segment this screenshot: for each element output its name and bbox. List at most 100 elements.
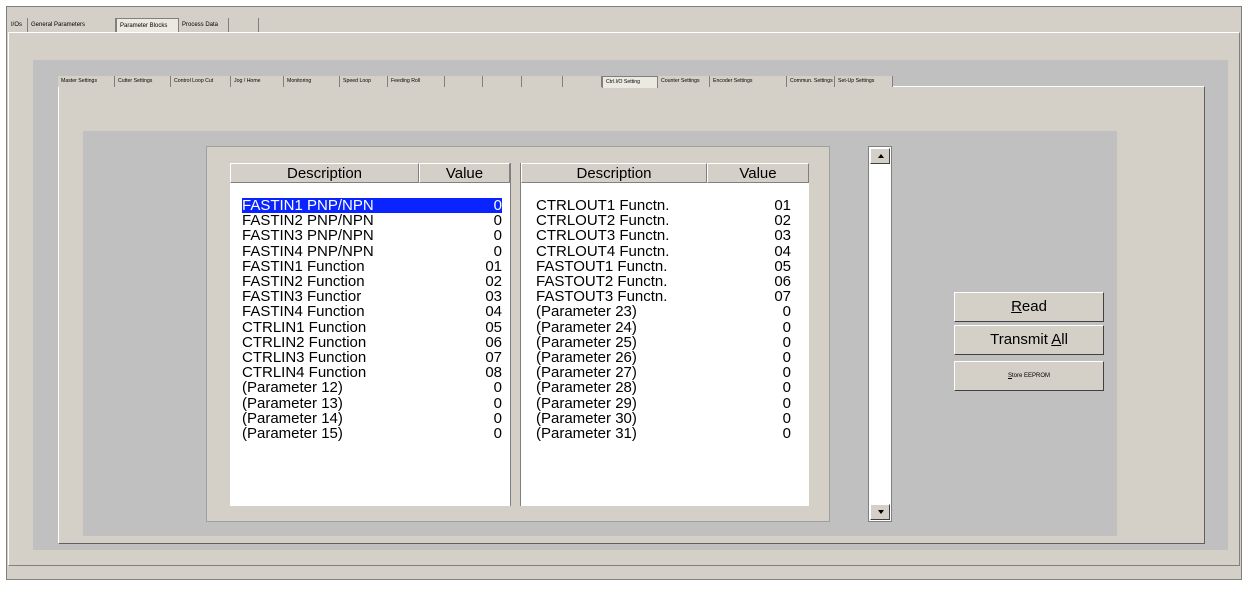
list-item[interactable]: (Parameter 12) 0 <box>242 380 502 395</box>
parameter-value: 0 <box>493 379 502 397</box>
input-parameter-list[interactable]: Description Value FASTIN1 PNP/NPN 0 FASTIN… <box>230 163 510 506</box>
transmit-mnemonic: A <box>1051 331 1062 348</box>
parameter-value: 0 <box>782 318 791 336</box>
list-item[interactable]: FASTOUT3 Functn. 07 <box>536 289 791 304</box>
store-eeprom-button[interactable]: Store EEPROM <box>954 361 1104 391</box>
read-mnemonic: R <box>1011 298 1022 315</box>
parameter-description: FASTIN1 PNP/NPN <box>242 197 374 214</box>
inner-tab[interactable]: Encoder Settings <box>710 76 787 87</box>
parameter-description: (Parameter 14) <box>242 409 343 427</box>
scroll-down-button[interactable] <box>870 504 890 520</box>
list-item[interactable]: FASTOUT2 Functn. 06 <box>536 274 791 289</box>
scroll-up-button[interactable] <box>870 148 890 164</box>
list-item[interactable]: (Parameter 15) 0 <box>242 426 502 441</box>
parameter-description: (Parameter 12) <box>242 379 343 397</box>
parameter-description: FASTIN4 Function <box>242 303 365 321</box>
list-item[interactable]: CTRLIN4 Function 08 <box>242 365 502 380</box>
list-item[interactable]: FASTIN2 Function 02 <box>242 274 502 289</box>
parameter-value: 05 <box>485 318 502 336</box>
left-description-header[interactable]: Description <box>230 163 419 183</box>
parameter-description: CTRLOUT3 Functn. <box>536 227 670 245</box>
list-item[interactable]: CTRLOUT3 Functn. 03 <box>536 228 791 243</box>
parameter-value: 01 <box>485 257 502 275</box>
parameter-value: 0 <box>782 409 791 427</box>
parameter-description: FASTIN2 Function <box>242 273 365 290</box>
inner-tab[interactable]: Cutter Settings <box>115 76 171 87</box>
list-item[interactable]: (Parameter 28) 0 <box>536 380 791 395</box>
parameter-value: 0 <box>782 333 791 351</box>
parameter-value: 0 <box>493 227 502 245</box>
list-item[interactable]: (Parameter 26) 0 <box>536 350 791 365</box>
list-item[interactable]: (Parameter 24) 0 <box>536 320 791 335</box>
list-item[interactable]: CTRLOUT2 Functn. 02 <box>536 213 791 228</box>
left-value-header[interactable]: Value <box>419 163 510 183</box>
top-tab[interactable]: I/Os <box>8 18 28 32</box>
inner-tab[interactable] <box>522 76 563 87</box>
list-item[interactable]: CTRLOUT1 Functn. 01 <box>536 198 791 213</box>
list-item[interactable]: (Parameter 25) 0 <box>536 335 791 350</box>
inner-tab[interactable]: Counter Settings <box>658 76 710 87</box>
output-parameter-list[interactable]: Description Value CTRLOUT1 Functn. 01 CTRL… <box>521 163 809 506</box>
list-item[interactable]: (Parameter 27) 0 <box>536 365 791 380</box>
inner-tab[interactable]: Control Loop Cut <box>171 76 231 87</box>
parameter-description: (Parameter 24) <box>536 318 637 336</box>
parameter-description: CTRLIN1 Function <box>242 318 367 336</box>
transmit-label-suffix: ll <box>1061 331 1068 348</box>
list-item[interactable]: (Parameter 30) 0 <box>536 411 791 426</box>
parameter-value: 03 <box>774 227 791 245</box>
list-item[interactable]: (Parameter 23) 0 <box>536 304 791 319</box>
top-tab[interactable] <box>229 18 259 32</box>
parameter-value: 0 <box>493 394 502 412</box>
parameter-description: CTRLOUT2 Functn. <box>536 212 670 230</box>
top-tab[interactable]: General Parameters <box>28 18 116 32</box>
list-item[interactable]: FASTIN3 Functior 03 <box>242 289 502 304</box>
list-item[interactable]: FASTIN2 PNP/NPN 0 <box>242 213 502 228</box>
inner-tab[interactable]: Jog / Home <box>231 76 284 87</box>
store-label-suffix: tore EEPROM <box>1012 373 1051 379</box>
inner-tab[interactable]: Ctrl.I/O Setting <box>602 76 658 88</box>
list-item[interactable]: (Parameter 29) 0 <box>536 396 791 411</box>
list-item[interactable]: CTRLIN3 Function 07 <box>242 350 502 365</box>
top-tab[interactable]: Process Data <box>179 18 229 32</box>
parameter-description: (Parameter 31) <box>536 425 637 442</box>
right-value-header[interactable]: Value <box>707 163 809 183</box>
list-item[interactable]: FASTIN1 Function 01 <box>242 259 502 274</box>
list-item[interactable]: FASTIN3 PNP/NPN 0 <box>242 228 502 243</box>
parameter-description: CTRLIN3 Function <box>242 349 367 366</box>
inner-tab[interactable]: Commun. Settings <box>787 76 835 87</box>
list-item[interactable]: FASTOUT1 Functn. 05 <box>536 259 791 274</box>
read-button[interactable]: Read <box>954 292 1104 322</box>
vertical-scrollbar[interactable] <box>868 146 892 522</box>
inner-tab[interactable]: Monitoring <box>284 76 340 87</box>
top-tab[interactable]: Parameter Blocks <box>116 18 179 33</box>
inner-tab[interactable]: Set-Up Settings <box>835 76 893 87</box>
list-item[interactable]: CTRLIN1 Function 05 <box>242 320 502 335</box>
inner-tab[interactable]: Feeding Roll <box>388 76 445 87</box>
inner-tab[interactable] <box>483 76 522 87</box>
parameter-description: (Parameter 27) <box>536 364 637 382</box>
parameter-value: 01 <box>774 197 791 214</box>
parameter-value: 0 <box>493 409 502 427</box>
list-item[interactable]: CTRLOUT4 Functn. 04 <box>536 244 791 259</box>
parameter-description: CTRLIN2 Function <box>242 333 367 351</box>
inner-tab[interactable] <box>445 76 483 87</box>
parameter-description: FASTOUT2 Functn. <box>536 273 668 290</box>
list-splitter[interactable] <box>510 163 521 506</box>
inner-tab[interactable]: Speed Loop <box>340 76 388 87</box>
list-item[interactable]: FASTIN4 Function 04 <box>242 304 502 319</box>
parameter-description: FASTIN1 Function <box>242 257 365 275</box>
inner-tab[interactable] <box>563 76 602 87</box>
triangle-down-icon <box>878 510 884 514</box>
parameter-value: 03 <box>485 288 502 306</box>
inner-tab[interactable]: Master Settings <box>58 76 115 87</box>
parameter-description: CTRLOUT1 Functn. <box>536 197 670 214</box>
list-item[interactable]: (Parameter 14) 0 <box>242 411 502 426</box>
list-item[interactable]: (Parameter 31) 0 <box>536 426 791 441</box>
list-item[interactable]: FASTIN4 PNP/NPN 0 <box>242 244 502 259</box>
list-item[interactable]: CTRLIN2 Function 06 <box>242 335 502 350</box>
parameter-description: (Parameter 15) <box>242 425 343 442</box>
list-item[interactable]: (Parameter 13) 0 <box>242 396 502 411</box>
transmit-all-button[interactable]: Transmit All <box>954 325 1104 355</box>
list-item[interactable]: FASTIN1 PNP/NPN 0 <box>242 197 502 214</box>
right-description-header[interactable]: Description <box>521 163 707 183</box>
